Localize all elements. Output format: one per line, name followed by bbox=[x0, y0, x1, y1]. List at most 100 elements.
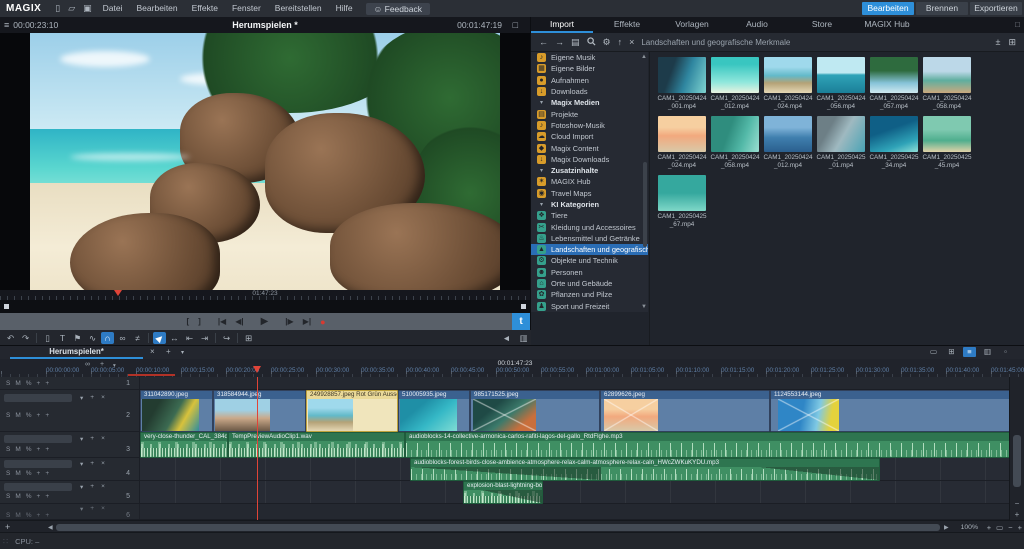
tree-item-magix-hub[interactable]: ✶MAGIX Hub bbox=[531, 176, 648, 187]
computer-icon[interactable]: ▤ bbox=[571, 37, 580, 48]
trim-right-icon[interactable]: ⇥ bbox=[198, 332, 211, 344]
open-folder-icon[interactable]: ▱ bbox=[68, 3, 75, 14]
menu-effekte[interactable]: Effekte bbox=[185, 0, 225, 17]
scroll-left-icon[interactable]: ◀ bbox=[48, 524, 53, 531]
lock-button[interactable]: % bbox=[26, 512, 32, 519]
solo-button[interactable]: S bbox=[6, 470, 10, 477]
audio-clip[interactable]: audioblocks-14-collective-armonica-carlo… bbox=[405, 432, 1010, 458]
keyframe-button[interactable]: + bbox=[37, 512, 41, 519]
preview-scrollbar[interactable] bbox=[0, 300, 530, 313]
tree-section-magix-medien[interactable]: ▾Magix Medien bbox=[531, 97, 648, 108]
file-card[interactable]: CAM1_20250425_34.mp4 bbox=[868, 116, 920, 169]
tree-scroll-down-icon[interactable]: ▼ bbox=[641, 304, 647, 310]
video-monitor[interactable] bbox=[30, 33, 500, 290]
close-project-icon[interactable]: × bbox=[150, 347, 155, 356]
zoom-out-vertical-icon[interactable]: − bbox=[1010, 499, 1024, 508]
mute-button[interactable]: M bbox=[15, 380, 20, 387]
track-name-box[interactable] bbox=[4, 483, 72, 491]
tree-item-eigene-bilder[interactable]: ▦Eigene Bilder bbox=[531, 63, 648, 74]
back-icon[interactable]: ← bbox=[539, 37, 548, 47]
track-name-box[interactable] bbox=[4, 435, 72, 443]
menu-bereitstellen[interactable]: Bereitstellen bbox=[268, 0, 329, 17]
scroll-handle-right[interactable] bbox=[521, 304, 526, 309]
mute-button[interactable]: M bbox=[15, 446, 20, 453]
file-card[interactable]: CAM1_20250424_024.mp4 bbox=[762, 57, 814, 110]
mute-button[interactable]: M bbox=[15, 412, 20, 419]
audio-clip[interactable]: audioblocks-forest-birds-close-ambience-… bbox=[410, 458, 880, 481]
file-card[interactable]: CAM1_20250424_012.mp4 bbox=[762, 116, 814, 169]
ungroup-icon[interactable]: ≠ bbox=[131, 332, 144, 344]
tree-item-tiere[interactable]: ❖Tiere bbox=[531, 210, 648, 221]
tree-item-personen[interactable]: ☻Personen bbox=[531, 267, 648, 278]
timeline-clip[interactable]: 1124553144.jpeg bbox=[770, 390, 1010, 432]
menu-fenster[interactable]: Fenster bbox=[225, 0, 268, 17]
project-tab[interactable]: Herumspielen* bbox=[10, 346, 143, 359]
tree-item-orte[interactable]: ⌂Orte und Gebäude bbox=[531, 278, 648, 289]
lock-button[interactable]: % bbox=[26, 412, 32, 419]
audio-clip[interactable]: very-close-thunder_CAL_384d.mp3 bbox=[140, 432, 228, 458]
pool-maximize-icon[interactable]: □ bbox=[1015, 20, 1020, 29]
solo-button[interactable]: S bbox=[6, 512, 10, 519]
frame-forward-button[interactable]: |▶ bbox=[285, 317, 293, 326]
snap-magnet-icon[interactable]: ∩ bbox=[101, 332, 114, 344]
save-icon[interactable]: ▣ bbox=[83, 3, 92, 14]
tree-item-landschaften[interactable]: ▲Landschaften und geografisch... bbox=[531, 244, 648, 255]
stretch-mode-icon[interactable]: ↔ bbox=[168, 332, 181, 344]
zoom-in-icon[interactable]: + bbox=[1018, 523, 1022, 532]
tree-item-aufnahmen[interactable]: ●Aufnahmen bbox=[531, 75, 648, 86]
add-track-button[interactable]: + bbox=[5, 522, 10, 532]
close-track-icon[interactable]: × bbox=[101, 394, 105, 402]
file-card[interactable]: CAM1_20250424_057.mp4 bbox=[868, 57, 920, 110]
keyframe-button[interactable]: + bbox=[45, 470, 49, 477]
close-track-icon[interactable]: × bbox=[101, 435, 105, 443]
collapse-track-icon[interactable]: ▾ bbox=[80, 505, 83, 513]
undo-icon[interactable]: ↶ bbox=[4, 332, 17, 344]
scroll-right-icon[interactable]: ▶ bbox=[944, 524, 949, 531]
lock-button[interactable]: % bbox=[26, 380, 32, 387]
lock-button[interactable]: % bbox=[26, 446, 32, 453]
tree-item-travel-maps[interactable]: ◉Travel Maps bbox=[531, 188, 648, 199]
play-button[interactable]: ▶ bbox=[261, 316, 269, 327]
fade-out-handle[interactable] bbox=[482, 490, 542, 503]
tree-item-eigene-musik[interactable]: ♪Eigene Musik bbox=[531, 52, 648, 63]
timeline-vertical-scrollbar[interactable]: − + bbox=[1009, 377, 1024, 520]
speaker-icon[interactable]: ◄ bbox=[500, 332, 513, 344]
menu-hilfe[interactable]: Hilfe bbox=[329, 0, 360, 17]
add-effect-icon[interactable]: + bbox=[90, 435, 94, 443]
preview-playhead-marker[interactable] bbox=[114, 290, 122, 296]
tree-section-ki-kategorien[interactable]: ▾KI Kategorien bbox=[531, 199, 648, 210]
tree-item-downloads[interactable]: ↓Downloads bbox=[531, 86, 648, 97]
range-in-button[interactable]: [ bbox=[186, 317, 189, 326]
file-card[interactable]: CAM1_20250425_01.mp4 bbox=[815, 116, 867, 169]
scroll-handle-left[interactable] bbox=[4, 304, 9, 309]
tab-store[interactable]: Store bbox=[791, 17, 853, 33]
tree-item-pflanzen[interactable]: ✿Pflanzen und Pilze bbox=[531, 289, 648, 300]
trim-left-icon[interactable]: ⇤ bbox=[183, 332, 196, 344]
mixer-icon[interactable]: ▥ bbox=[517, 332, 530, 344]
collapse-track-icon[interactable]: ▾ bbox=[80, 435, 83, 443]
close-track-icon[interactable]: × bbox=[101, 460, 105, 468]
zoom-level[interactable]: 100% bbox=[961, 524, 978, 531]
record-button[interactable]: ● bbox=[320, 317, 325, 327]
new-project-icon[interactable]: ▯ bbox=[55, 3, 60, 14]
close-track-icon[interactable]: × bbox=[101, 505, 105, 513]
timeline-clip[interactable]: 985171525.jpeg bbox=[470, 390, 600, 432]
close-track-icon[interactable]: × bbox=[101, 483, 105, 491]
mute-button[interactable]: M bbox=[15, 470, 20, 477]
tree-item-objekte[interactable]: ⚙Objekte und Technik bbox=[531, 255, 648, 266]
group-icon[interactable]: ∞ bbox=[116, 332, 129, 344]
keyframe-button[interactable]: + bbox=[45, 512, 49, 519]
tab-effekte[interactable]: Effekte bbox=[596, 17, 658, 33]
tab-vorlagen[interactable]: Vorlagen bbox=[661, 17, 723, 33]
marker-icon[interactable]: ⚑ bbox=[71, 332, 84, 344]
mute-button[interactable]: M bbox=[15, 493, 20, 500]
keyframe-button[interactable]: + bbox=[45, 412, 49, 419]
vscroll-thumb[interactable] bbox=[1013, 435, 1021, 487]
tree-item-cloud-import[interactable]: ☁Cloud Import bbox=[531, 131, 648, 142]
file-card[interactable]: CAM1_20250425_67.mp4 bbox=[656, 175, 708, 228]
tree-item-projekte[interactable]: ▤Projekte bbox=[531, 108, 648, 119]
clear-icon[interactable]: × bbox=[629, 37, 634, 47]
gear-icon[interactable]: ⚙ bbox=[603, 37, 611, 48]
selected-clip[interactable]: 249928857.jpeg Rot Grün Ausschnitt We... bbox=[306, 390, 398, 432]
add-effect-icon[interactable]: + bbox=[90, 394, 94, 402]
